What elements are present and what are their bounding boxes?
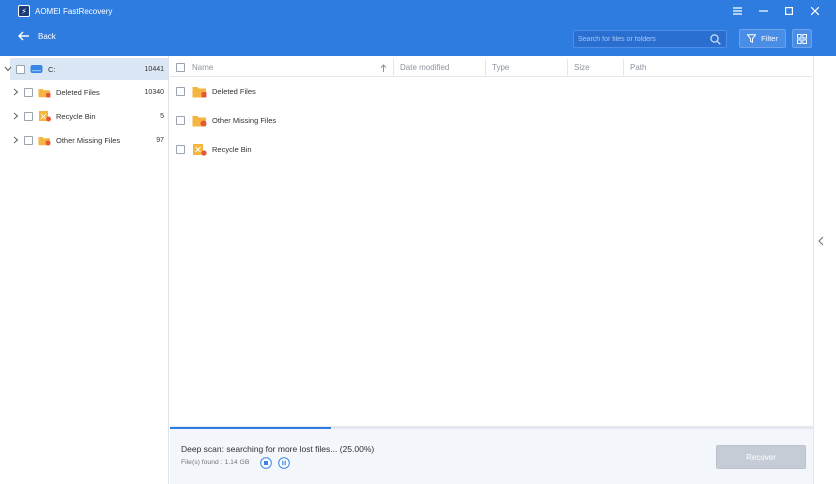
column-name[interactable]: Name (170, 58, 394, 77)
chevron-left-icon[interactable] (818, 236, 824, 246)
tree-item-label: Recycle Bin (56, 111, 96, 121)
deleted-folder-icon (38, 87, 51, 98)
tree-checkbox[interactable] (24, 87, 33, 97)
missing-folder-icon (192, 114, 207, 127)
tree-item-label: Other Missing Files (56, 135, 121, 145)
details-pane-rail (813, 56, 836, 484)
missing-folder-icon (38, 135, 51, 146)
app-title: AOMEI FastRecovery (35, 6, 113, 16)
tree-item-label: C: (48, 64, 56, 74)
drive-icon (30, 64, 43, 74)
scan-progress-fill (170, 427, 331, 429)
stop-icon[interactable] (260, 457, 272, 469)
menu-icon[interactable] (724, 0, 750, 22)
row-name: Recycle Bin (212, 144, 252, 154)
row-checkbox[interactable] (176, 115, 185, 125)
close-icon[interactable] (802, 0, 828, 22)
chevron-down-icon[interactable] (2, 66, 14, 72)
files-found-text: File(s) found : 1.14 GB (181, 459, 250, 466)
scan-status-bar: Deep scan: searching for more lost files… (170, 426, 813, 484)
deleted-folder-icon (192, 85, 207, 98)
lightning-icon: ⚡ (18, 5, 30, 17)
column-path-label: Path (630, 63, 647, 72)
tree-item-count: 10441 (144, 65, 164, 73)
chevron-right-icon[interactable] (10, 136, 22, 144)
pause-icon[interactable] (278, 457, 290, 469)
search-icon[interactable] (710, 34, 721, 45)
tree-checkbox[interactable] (16, 64, 25, 74)
filter-icon (747, 34, 757, 43)
row-name: Deleted Files (212, 86, 256, 96)
back-label: Back (38, 31, 56, 41)
column-size-label: Size (574, 63, 590, 72)
column-type-label: Type (492, 63, 510, 72)
row-name: Other Missing Files (212, 115, 277, 125)
recycle-bin-icon (38, 110, 51, 122)
tree-item-recycle-bin[interactable]: Recycle Bin 5 (10, 105, 168, 127)
row-checkbox[interactable] (176, 86, 185, 96)
arrow-left-icon (18, 31, 29, 41)
column-name-label: Name (192, 63, 214, 72)
column-path[interactable]: Path (624, 59, 813, 77)
tree-item-count: 97 (156, 136, 164, 144)
recover-button[interactable]: Recover (716, 445, 806, 469)
sort-ascending-icon[interactable] (380, 63, 387, 72)
title-bar: ⚡ AOMEI FastRecovery (0, 0, 836, 22)
chevron-right-icon[interactable] (10, 112, 22, 120)
tree-item-count: 5 (160, 112, 164, 120)
window-controls (724, 0, 828, 22)
table-row[interactable]: Recycle Bin (170, 138, 813, 160)
row-checkbox[interactable] (176, 144, 185, 154)
tree-checkbox[interactable] (24, 135, 33, 145)
filter-button[interactable]: Filter (739, 29, 786, 48)
scan-progress-track (170, 427, 813, 429)
search-input[interactable] (578, 31, 706, 47)
minimize-icon[interactable] (750, 0, 776, 22)
tree-item-label: Deleted Files (56, 87, 100, 97)
column-size[interactable]: Size (568, 58, 624, 77)
table-row[interactable]: Deleted Files (170, 80, 813, 102)
toolbar: Back Filter (0, 22, 836, 56)
recycle-bin-icon (192, 143, 207, 156)
maximize-icon[interactable] (776, 0, 802, 22)
scan-status-text: Deep scan: searching for more lost files… (181, 444, 375, 454)
column-date-label: Date modified (400, 63, 450, 72)
tree-checkbox[interactable] (24, 111, 33, 121)
file-list: Name Date modified Type Size Path Delete… (170, 56, 813, 426)
tree-item-drive-c[interactable]: C: 10441 (4, 58, 168, 80)
tree-item-other-missing-files[interactable]: Other Missing Files 97 (10, 129, 168, 151)
column-date-modified[interactable]: Date modified (394, 58, 486, 77)
tree-item-deleted-files[interactable]: Deleted Files 10340 (10, 81, 168, 103)
column-type[interactable]: Type (486, 58, 568, 77)
table-row[interactable]: Other Missing Files (170, 109, 813, 131)
tree-item-count: 10340 (144, 88, 164, 96)
grid-view-icon[interactable] (792, 29, 812, 48)
search-box (573, 30, 727, 48)
back-button[interactable]: Back (18, 31, 56, 41)
filter-label: Filter (761, 34, 778, 43)
chevron-right-icon[interactable] (10, 88, 22, 96)
select-all-checkbox[interactable] (176, 63, 185, 72)
column-header: Name Date modified Type Size Path (170, 58, 813, 77)
